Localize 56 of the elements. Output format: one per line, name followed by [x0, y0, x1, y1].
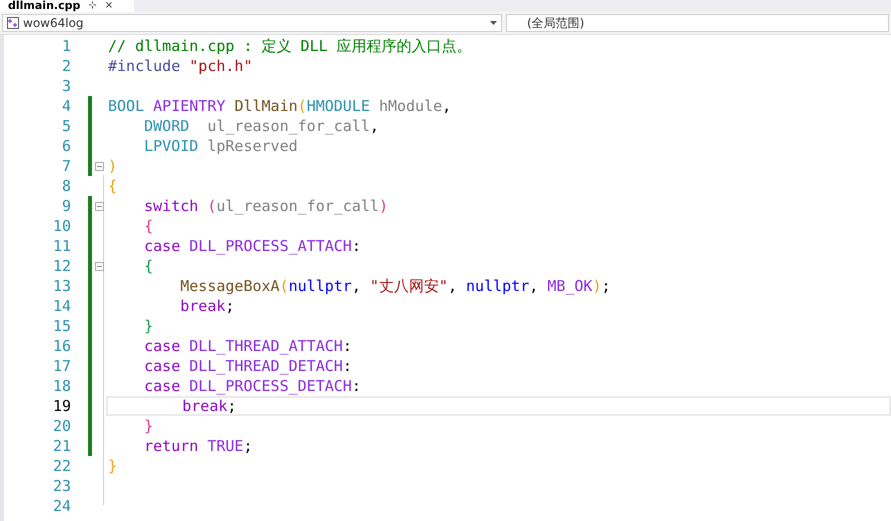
line-number: 11	[52, 237, 71, 255]
code-line: #include "pch.h"	[108, 57, 252, 75]
line-number: 7	[60, 157, 71, 175]
line-number: 1	[60, 37, 71, 55]
project-icon	[7, 17, 19, 29]
line-number: 9	[60, 197, 71, 215]
code-line: // dllmain.cpp : 定义 DLL 应用程序的入口点。	[108, 36, 472, 56]
file-tab[interactable]: dllmain.cpp ⊹ ×	[0, 0, 134, 12]
code-line: LPVOID lpReserved	[143, 137, 298, 155]
code-line: case DLL_PROCESS_ATTACH:	[143, 237, 361, 255]
line-number: 24	[52, 497, 71, 515]
line-number: 20	[52, 417, 71, 435]
code-line: {	[143, 257, 154, 275]
line-number: 13	[52, 277, 71, 295]
code-line: break;	[179, 297, 234, 315]
code-line: {	[108, 177, 118, 195]
line-number: 15	[52, 317, 71, 335]
line-number: 14	[52, 297, 71, 315]
line-number: 16	[52, 337, 71, 355]
line-number: 21	[52, 437, 71, 455]
line-number: 4	[60, 97, 71, 115]
code-line: }	[108, 457, 118, 475]
code-line: break;	[181, 397, 236, 415]
code-line: MessageBoxA(nullptr, "丈八网安", nullptr, MB_OK);	[179, 276, 611, 296]
collapse-icon[interactable]	[94, 162, 104, 170]
collapse-icon[interactable]	[94, 262, 104, 270]
caret-icon	[490, 21, 497, 25]
code-line: {	[143, 217, 154, 235]
code-line: case DLL_PROCESS_DETACH:	[143, 377, 361, 395]
code-line: BOOL APIENTRY DllMain(HMODULE hModule,	[108, 97, 452, 115]
code-line: case DLL_THREAD_ATTACH:	[143, 337, 352, 355]
line-number: 6	[60, 137, 71, 155]
tab-title[interactable]: dllmain.cpp	[8, 0, 80, 12]
line-number: 5	[60, 117, 71, 135]
code-line: return TRUE;	[143, 437, 252, 455]
line-number: 17	[52, 357, 71, 375]
scope-dropdown[interactable]: (全局范围)	[506, 14, 889, 32]
close-button[interactable]: ×	[104, 0, 114, 12]
line-number: 10	[52, 217, 71, 235]
code-line: switch (ul_reason_for_call)	[143, 197, 388, 215]
line-number: 23	[52, 477, 71, 495]
code-line: }	[143, 417, 154, 435]
code-line: }	[143, 317, 154, 335]
code-line: DWORD ul_reason_for_call,	[143, 117, 379, 135]
code-line: case DLL_THREAD_DETACH:	[143, 357, 352, 375]
pin-button[interactable]: ⊹	[88, 0, 97, 12]
project-dropdown[interactable]: wow64log	[2, 14, 502, 32]
line-number: 12	[52, 257, 71, 275]
line-number: 19	[52, 397, 71, 415]
line-number: 2	[60, 57, 71, 75]
code-line: )	[108, 157, 118, 175]
line-number: 18	[52, 377, 71, 395]
collapse-icon[interactable]	[94, 202, 104, 210]
line-number: 8	[60, 177, 71, 195]
line-number: 22	[52, 457, 71, 475]
line-number: 3	[60, 77, 71, 95]
